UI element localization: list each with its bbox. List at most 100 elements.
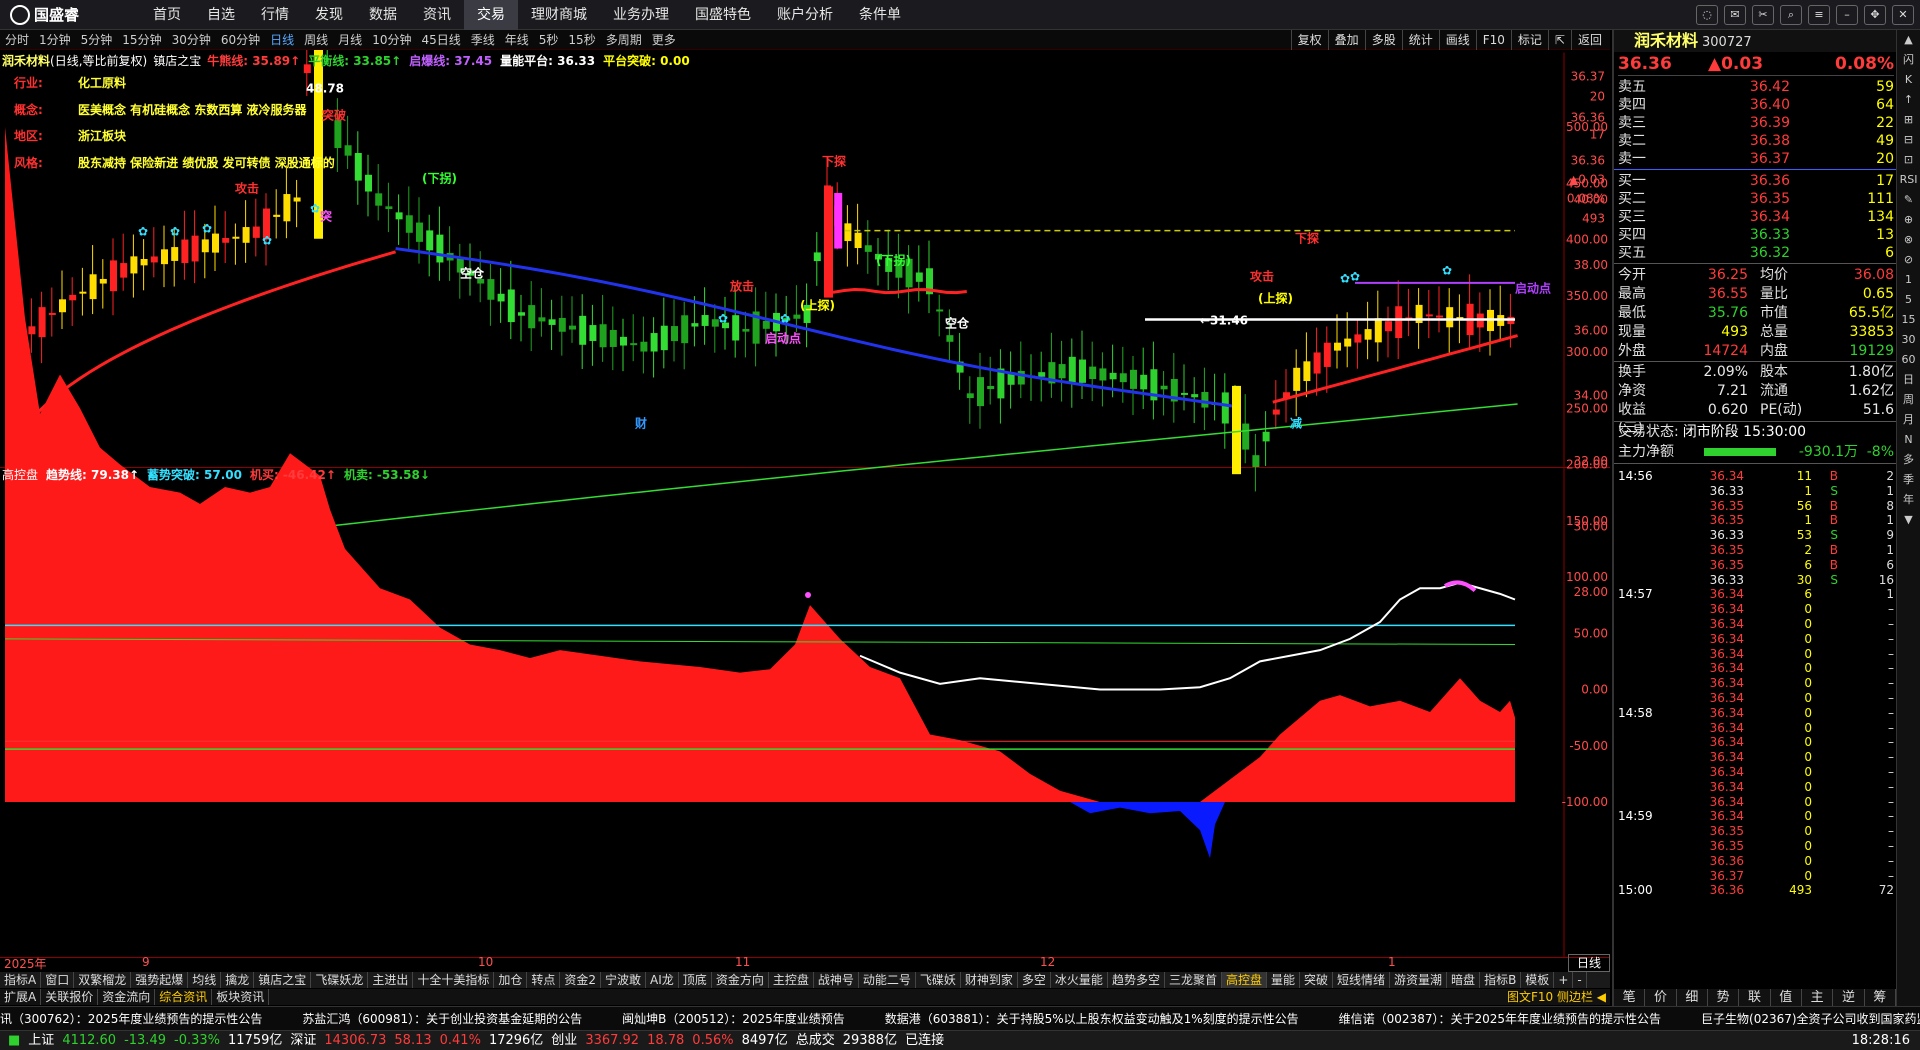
indicator-tab-10[interactable]: 加仓 [494, 972, 528, 988]
ask-row[interactable]: 卖三 36.39 22 [1618, 114, 1894, 132]
indicator-tab-20[interactable]: 飞碟妖 [916, 972, 961, 988]
bottom-tab-2[interactable]: 资金流向 [98, 989, 156, 1005]
indicator-tab-13[interactable]: 宁波敢 [601, 972, 647, 988]
quote-tab-1[interactable]: 价 [1645, 989, 1677, 1006]
indicator-tab-5[interactable]: 擒龙 [221, 972, 255, 988]
period-0[interactable]: 分时 [0, 30, 34, 50]
period-9[interactable]: 10分钟 [367, 30, 416, 50]
side-btn-23[interactable]: 年 [1897, 490, 1920, 510]
side-btn-21[interactable]: 多 [1897, 450, 1920, 470]
tool-3[interactable]: 统计 [1401, 30, 1439, 50]
period-6[interactable]: 日线 [265, 30, 299, 50]
mail-icon[interactable]: ✉ [1724, 5, 1746, 25]
indicator-tab-9[interactable]: 十全十美指标 [413, 972, 495, 988]
bid-row[interactable]: 买二 36.35 111 [1618, 190, 1894, 208]
indicator-tab-31[interactable]: 暗盘 [1447, 972, 1481, 988]
side-btn-5[interactable]: ⊟ [1897, 130, 1920, 150]
side-btn-7[interactable]: RSI [1897, 170, 1920, 190]
indicator-tab-6[interactable]: 镇店之宝 [254, 972, 312, 988]
ask-row[interactable]: 卖五 36.42 59 [1618, 78, 1894, 96]
indicator-tab-4[interactable]: 均线 [188, 972, 222, 988]
indicator-tab-23[interactable]: 冰火量能 [1051, 972, 1108, 988]
side-btn-22[interactable]: 季 [1897, 470, 1920, 490]
sub-indicator-name[interactable]: 高控盘 [2, 466, 38, 483]
news-item[interactable]: 苏盐汇鸿（600981）：关于创业投资基金延期的公告 [302, 1012, 582, 1026]
quote-tab-7[interactable]: 逆 [1833, 989, 1865, 1006]
side-btn-0[interactable]: ▲ [1897, 30, 1920, 50]
menu-5[interactable]: 资讯 [410, 0, 464, 30]
bottom-tab-3[interactable]: 综合资讯 [155, 989, 213, 1005]
indicator-tab-7[interactable]: 飞碟妖龙 [311, 972, 369, 988]
bottom-tab-4[interactable]: 板块资讯 [212, 989, 270, 1005]
menu-7[interactable]: 理财商城 [518, 0, 600, 30]
side-btn-4[interactable]: ⊞ [1897, 110, 1920, 130]
side-btn-10[interactable]: ⊗ [1897, 230, 1920, 250]
period-indicator[interactable]: 日线 [1568, 954, 1610, 972]
side-btn-2[interactable]: K [1897, 70, 1920, 90]
ask-row[interactable]: 卖二 36.38 49 [1618, 132, 1894, 150]
side-btn-11[interactable]: ⊘ [1897, 250, 1920, 270]
period-14[interactable]: 15秒 [563, 30, 600, 50]
side-btn-9[interactable]: ⊕ [1897, 210, 1920, 230]
quote-tab-2[interactable]: 细 [1677, 989, 1708, 1006]
side-btn-12[interactable]: 1 [1897, 270, 1920, 290]
indicator-tab-22[interactable]: 多空 [1018, 972, 1051, 988]
side-btn-1[interactable]: 闪 [1897, 50, 1920, 70]
menu-11[interactable]: 条件单 [846, 0, 914, 30]
tool-5[interactable]: F10 [1475, 30, 1511, 50]
skin-icon[interactable]: ✂ [1752, 5, 1774, 25]
quote-tab-8[interactable]: 筹 [1865, 989, 1896, 1006]
side-btn-20[interactable]: N [1897, 430, 1920, 450]
period-1[interactable]: 1分钟 [34, 30, 76, 50]
period-4[interactable]: 30分钟 [167, 30, 216, 50]
news-item[interactable]: 闽灿坤B（200512）：2025年度业绩预告 [622, 1012, 845, 1026]
indicator-tab-8[interactable]: 主进出 [368, 972, 414, 988]
indicator-tab-27[interactable]: 量能 [1267, 972, 1300, 988]
indicator-tab-28[interactable]: 突破 [1300, 972, 1334, 988]
sidebar-toggle[interactable]: 图文F10 侧边栏 ◀ [1503, 989, 1610, 1005]
search-icon[interactable]: ⌕ [1780, 5, 1802, 25]
indicator-tab-11[interactable]: 转点 [527, 972, 561, 988]
side-btn-17[interactable]: 日 [1897, 370, 1920, 390]
ask-row[interactable]: 卖一 36.37 20 [1618, 150, 1894, 168]
menu-3[interactable]: 发现 [302, 0, 356, 30]
menu-1[interactable]: 自选 [194, 0, 248, 30]
menu-9[interactable]: 国盛特色 [682, 0, 764, 30]
indicator-tab-24[interactable]: 趋势多空 [1108, 972, 1165, 988]
period-8[interactable]: 月线 [333, 30, 367, 50]
indicator-tab-34[interactable]: + [1554, 972, 1574, 988]
menu-icon[interactable]: ≡ [1808, 5, 1830, 25]
side-btn-24[interactable]: ▼ [1897, 510, 1920, 530]
indicator-tab-0[interactable]: 指标A [0, 972, 42, 988]
indicator-tab-25[interactable]: 三龙聚首 [1165, 972, 1222, 988]
tool-2[interactable]: 多股 [1364, 30, 1402, 50]
side-btn-16[interactable]: 60 [1897, 350, 1920, 370]
tool-1[interactable]: 叠加 [1327, 30, 1365, 50]
indicator-tab-2[interactable]: 双繁榴龙 [74, 972, 132, 988]
tool-6[interactable]: 标记 [1510, 30, 1548, 50]
period-16[interactable]: 更多 [647, 30, 681, 50]
menu-2[interactable]: 行情 [248, 0, 302, 30]
indicator-tab-16[interactable]: 资金方向 [712, 972, 769, 988]
indicator-tab-19[interactable]: 动能二号 [859, 972, 916, 988]
period-5[interactable]: 60分钟 [216, 30, 265, 50]
period-2[interactable]: 5分钟 [76, 30, 118, 50]
news-item[interactable]: 数据港（603881）：关于持股5%以上股东权益变动触及1%刻度的提示性公告 [885, 1012, 1299, 1026]
close-icon[interactable]: ✕ [1892, 5, 1914, 25]
app-logo[interactable]: 国盛睿 [10, 4, 79, 25]
menu-6[interactable]: 交易 [464, 0, 518, 30]
quote-tab-6[interactable]: 主 [1802, 989, 1834, 1006]
period-12[interactable]: 年线 [500, 30, 534, 50]
indicator-tab-1[interactable]: 窗口 [41, 972, 75, 988]
bid-row[interactable]: 买五 36.32 6 [1618, 244, 1894, 262]
side-btn-6[interactable]: ⊡ [1897, 150, 1920, 170]
menu-10[interactable]: 账户分析 [764, 0, 846, 30]
minimize-icon[interactable]: – [1836, 5, 1858, 25]
quote-tab-4[interactable]: 联 [1739, 989, 1771, 1006]
bottom-tab-1[interactable]: 关联报价 [41, 989, 99, 1005]
news-item[interactable]: 维信诺（002387）：关于2025年年度业绩预告的提示性公告 [1339, 1012, 1661, 1026]
indicator-tab-3[interactable]: 强势起爆 [131, 972, 189, 988]
side-btn-14[interactable]: 15 [1897, 310, 1920, 330]
kline-chart[interactable]: 36.372036.361736.36▲0.030.08%49340.0038.… [0, 50, 1610, 960]
bid-row[interactable]: 买四 36.33 13 [1618, 226, 1894, 244]
